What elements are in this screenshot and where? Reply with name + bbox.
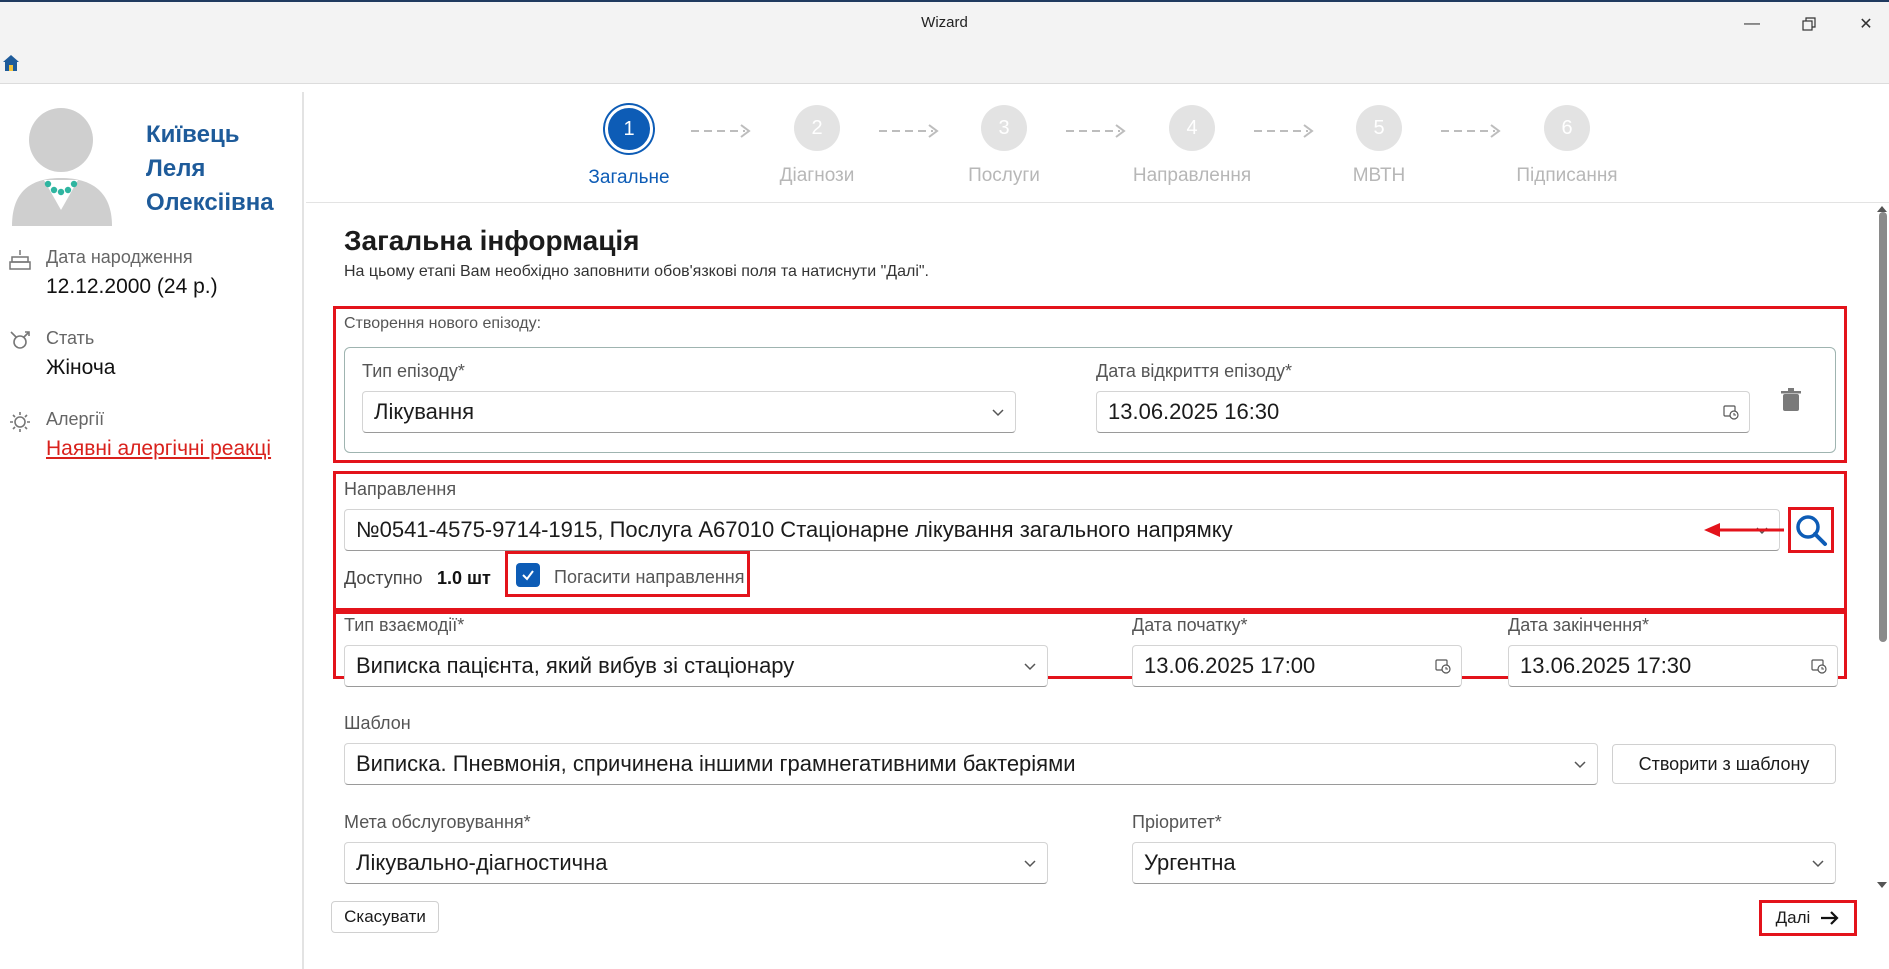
patient-first-name: Леля — [146, 155, 206, 182]
template-value: Виписка. Пневмонія, спричинена іншими гр… — [356, 751, 1076, 776]
redeem-checkbox[interactable] — [516, 563, 540, 587]
step-number: 6 — [1544, 105, 1590, 151]
sex-label: Стать — [46, 328, 95, 348]
purpose-select[interactable]: Лікувально-діагностична — [344, 842, 1048, 884]
scroll-down-icon[interactable] — [1876, 881, 1888, 889]
episode-type-select[interactable]: Лікування — [362, 391, 1016, 433]
step-label: Направлення — [1132, 165, 1252, 186]
step-arrow-icon — [691, 124, 751, 138]
page-subtitle: На цьому етапі Вам необхідно заповнити о… — [344, 263, 929, 280]
purpose-label: Мета обслуговування* — [344, 812, 531, 832]
sex-value: Жіноча — [46, 356, 116, 379]
cancel-button[interactable]: Скасувати — [331, 901, 439, 933]
close-icon[interactable]: ✕ — [1843, 8, 1889, 40]
birth-date-value: 12.12.2000 (24 р.) — [46, 275, 218, 298]
chevron-down-icon — [1574, 761, 1586, 769]
step-number: 1 — [605, 105, 653, 153]
step-arrow-icon — [1066, 124, 1126, 138]
redeem-label[interactable]: Погасити направлення — [554, 567, 745, 588]
step-arrow-icon — [1441, 124, 1501, 138]
episode-type-label: Тип епізоду* — [362, 361, 465, 381]
patient-panel: Київець Леля Олексіівна Дата народження … — [0, 92, 304, 969]
end-date-label: Дата закінчення* — [1508, 615, 1649, 635]
allergy-label: Алергії — [46, 409, 105, 429]
calendar-clock-icon[interactable] — [1435, 658, 1451, 674]
step-number: 3 — [981, 105, 1027, 151]
step-referral[interactable]: 4 Направлення — [1122, 105, 1262, 187]
chevron-down-icon — [1024, 663, 1036, 671]
episode-date-value: 13.06.2025 16:30 — [1108, 399, 1280, 424]
title-bar: Wizard — ✕ — [0, 0, 1889, 46]
template-select[interactable]: Виписка. Пневмонія, спричинена іншими гр… — [344, 743, 1598, 785]
step-label: Послуги — [968, 165, 1040, 186]
home-icon[interactable] — [2, 54, 20, 72]
patient-middle-name: Олексіівна — [146, 189, 274, 216]
trash-icon[interactable] — [1780, 388, 1802, 412]
episode-date-label: Дата відкриття епізоду* — [1096, 361, 1293, 381]
priority-value: Ургентна — [1144, 850, 1236, 875]
window-title: Wizard — [921, 14, 968, 31]
restore-icon[interactable] — [1786, 8, 1832, 40]
calendar-clock-icon[interactable] — [1811, 658, 1827, 674]
interaction-type-value: Виписка пацієнта, який вибув зі стаціона… — [356, 653, 795, 678]
step-label: МВТН — [1352, 165, 1406, 186]
start-date-value: 13.06.2025 17:00 — [1144, 653, 1316, 678]
episode-type-value: Лікування — [374, 399, 475, 424]
interaction-type-select[interactable]: Виписка пацієнта, який вибув зі стаціона… — [344, 645, 1048, 687]
step-number: 2 — [794, 105, 840, 151]
search-icon[interactable] — [1794, 513, 1828, 547]
calendar-clock-icon[interactable] — [1723, 404, 1739, 420]
purpose-value: Лікувально-діагностична — [356, 850, 608, 875]
next-button-label: Далі — [1775, 908, 1811, 927]
priority-label: Пріоритет* — [1132, 812, 1222, 832]
chevron-down-icon — [992, 409, 1004, 417]
step-label: Діагнози — [779, 165, 855, 186]
step-mvtn[interactable]: 5 МВТН — [1309, 105, 1449, 187]
birthday-cake-icon — [9, 250, 31, 270]
scroll-thumb[interactable] — [1879, 212, 1887, 642]
chevron-down-icon — [1812, 860, 1824, 868]
patient-name: Київець Леля Олексіівна — [146, 118, 296, 220]
priority-select[interactable]: Ургентна — [1132, 842, 1836, 884]
minimize-icon[interactable]: — — [1729, 8, 1775, 40]
new-episode-label: Створення нового епізоду: — [344, 315, 542, 332]
next-button[interactable]: Далі — [1764, 904, 1852, 932]
create-from-template-button[interactable]: Створити з шаблону — [1612, 744, 1836, 784]
template-label: Шаблон — [344, 713, 411, 733]
gender-icon — [10, 331, 30, 349]
step-general[interactable]: 1 Загальне — [559, 105, 699, 189]
checkmark-icon — [522, 570, 534, 581]
step-services[interactable]: 3 Послуги — [934, 105, 1074, 187]
step-label: Підписання — [1516, 165, 1618, 186]
toolbar — [0, 46, 1889, 84]
birth-date-label: Дата народження — [46, 247, 193, 267]
step-label: Загальне — [588, 167, 670, 188]
allergy-icon — [10, 412, 30, 432]
arrow-left-icon — [1704, 523, 1784, 537]
available-value: 1.0 шт — [437, 568, 491, 588]
end-date-field[interactable]: 13.06.2025 17:30 — [1508, 645, 1838, 687]
allergy-link[interactable]: Наявні алергічні реакці — [46, 437, 271, 461]
arrow-right-icon — [1821, 911, 1839, 925]
interaction-type-label: Тип взаємодії* — [344, 615, 465, 635]
avatar — [12, 108, 112, 226]
start-date-label: Дата початку* — [1132, 615, 1248, 635]
end-date-value: 13.06.2025 17:30 — [1520, 653, 1692, 678]
step-diagnoses[interactable]: 2 Діагнози — [747, 105, 887, 187]
page-title: Загальна інформація — [344, 225, 640, 256]
form-area: Загальна інформація На цьому етапі Вам н… — [306, 203, 1889, 969]
step-number: 5 — [1356, 105, 1402, 151]
referral-value: №0541-4575-9714-1915, Послуга A67010 Ста… — [356, 517, 1233, 542]
start-date-field[interactable]: 13.06.2025 17:00 — [1132, 645, 1462, 687]
step-number: 4 — [1169, 105, 1215, 151]
chevron-down-icon — [1024, 860, 1036, 868]
available-label: Доступно — [344, 568, 423, 588]
step-signing[interactable]: 6 Підписання — [1497, 105, 1637, 187]
referral-select[interactable]: №0541-4575-9714-1915, Послуга A67010 Ста… — [344, 509, 1780, 551]
episode-date-field[interactable]: 13.06.2025 16:30 — [1096, 391, 1750, 433]
referral-label: Направлення — [344, 479, 457, 499]
patient-last-name: Київець — [146, 121, 240, 148]
